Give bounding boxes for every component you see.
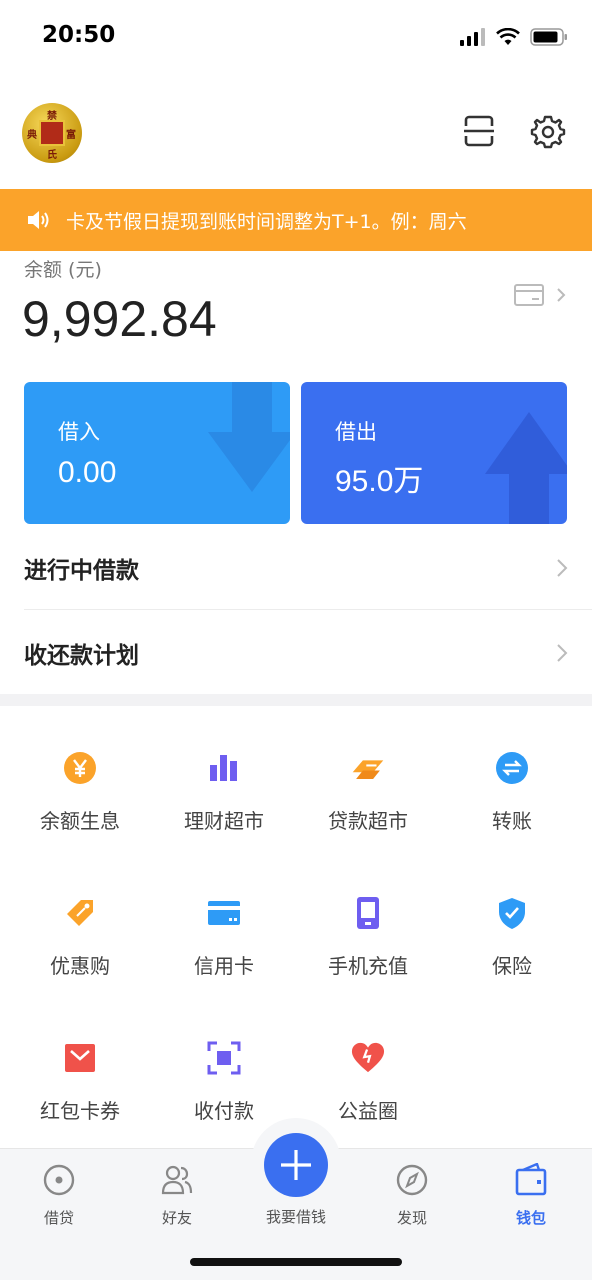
credit-card-icon: [207, 896, 241, 930]
yen-coin-icon: [63, 751, 97, 785]
borrow-in-label: 借入: [58, 420, 100, 444]
scan-frame-icon: [207, 1041, 241, 1075]
notice-text: 卡及节假日提现到账时间调整为T+1。例：周六: [66, 211, 467, 233]
grid-item-interest[interactable]: 余额生息: [8, 751, 152, 861]
tab-label: 好友: [161, 1209, 192, 1227]
home-indicator[interactable]: [190, 1258, 402, 1266]
transfer-icon: [495, 751, 529, 785]
shield-check-icon: [495, 896, 529, 930]
wallet-icon: [515, 1163, 547, 1196]
chevron-right-icon: [557, 559, 568, 577]
grid-label: 优惠购: [50, 954, 110, 978]
bank-card-link-icon[interactable]: [512, 282, 572, 310]
balance-value: 9,992.84: [22, 291, 217, 347]
grid-label: 公益圈: [338, 1099, 398, 1123]
borrow-in-value: 0.00: [58, 456, 117, 489]
grid-label: 保险: [492, 954, 532, 978]
grid-item-insurance[interactable]: 保险: [440, 896, 584, 1006]
grid-label: 转账: [492, 809, 532, 833]
grid-label: 信用卡: [194, 954, 254, 978]
grid-label: 理财超市: [184, 809, 264, 833]
tab-friends[interactable]: 好友: [127, 1163, 227, 1233]
grid-item-red-packet[interactable]: 红包卡券: [8, 1041, 152, 1151]
notice-bar[interactable]: 卡及节假日提现到账时间调整为T+1。例：周六: [0, 189, 592, 251]
avatar[interactable]: 禁 富 典 氏: [22, 103, 82, 163]
grid-label: 收付款: [194, 1099, 254, 1123]
ongoing-loans-label: 进行中借款: [24, 558, 139, 584]
repayment-plan-row[interactable]: 收还款计划: [24, 611, 568, 695]
wifi-icon: [496, 28, 520, 45]
speaker-icon: [28, 211, 49, 229]
header: 禁 富 典 氏: [0, 100, 592, 170]
phone-icon: [351, 896, 385, 930]
battery-icon: [530, 28, 567, 46]
grid-label: 贷款超市: [328, 809, 408, 833]
borrow-money-label: 我要借钱: [265, 1208, 326, 1226]
grid-label: 红包卡券: [40, 1099, 120, 1123]
compass-icon: [396, 1164, 428, 1196]
grid-label: 余额生息: [40, 809, 120, 833]
divider: [24, 609, 592, 610]
tab-label: 借贷: [43, 1209, 74, 1227]
loan-circle-icon: [43, 1164, 75, 1196]
tab-label: 发现: [396, 1209, 427, 1227]
grid-item-phone-recharge[interactable]: 手机充值: [296, 896, 440, 1006]
tab-loan[interactable]: 借贷: [9, 1163, 109, 1233]
grid-item-credit-card[interactable]: 信用卡: [152, 896, 296, 1006]
section-gap: [0, 694, 592, 706]
borrow-out-card[interactable]: 借出 95.0万: [301, 382, 567, 524]
plus-icon: [281, 1150, 311, 1180]
tab-wallet[interactable]: 钱包: [481, 1163, 581, 1233]
status-bar: 20:50: [0, 0, 592, 70]
friends-icon: [161, 1165, 193, 1195]
grid-item-transfer[interactable]: 转账: [440, 751, 584, 861]
arrow-down-icon: [208, 382, 290, 492]
tab-discover[interactable]: 发现: [362, 1163, 462, 1233]
grid-item-coupon-buy[interactable]: 优惠购: [8, 896, 152, 1006]
status-icons: [460, 26, 568, 48]
ongoing-loans-row[interactable]: 进行中借款: [24, 526, 568, 610]
red-envelope-icon: [63, 1041, 97, 1075]
arrow-up-icon: [485, 412, 567, 524]
avatar-char-right: 富: [66, 130, 76, 141]
avatar-char-bottom: 氏: [47, 150, 57, 161]
heart-icon: [351, 1041, 385, 1075]
avatar-seal: [39, 120, 65, 146]
borrow-out-label: 借出: [335, 420, 377, 444]
borrow-money-button[interactable]: [264, 1133, 328, 1197]
grid-item-wealth[interactable]: 理财超市: [152, 751, 296, 861]
balance-label: 余额 (元): [24, 259, 102, 281]
borrow-out-value: 95.0万: [335, 465, 424, 498]
status-time: 20:50: [42, 22, 116, 48]
cash-stack-icon: [351, 751, 385, 785]
tag-icon: [63, 896, 97, 930]
tab-label: 钱包: [515, 1209, 546, 1227]
grid-label: 手机充值: [328, 954, 408, 978]
repayment-plan-label: 收还款计划: [24, 643, 139, 669]
borrow-in-card[interactable]: 借入 0.00: [24, 382, 290, 524]
grid-item-loan-market[interactable]: 贷款超市: [296, 751, 440, 861]
settings-gear-icon[interactable]: [530, 114, 566, 150]
avatar-char-left: 典: [27, 130, 37, 141]
cellular-signal-icon: [460, 28, 485, 46]
bar-chart-icon: [207, 751, 241, 785]
avatar-char-top: 禁: [47, 111, 57, 122]
scan-icon[interactable]: [462, 114, 496, 148]
chevron-right-icon: [557, 644, 568, 662]
